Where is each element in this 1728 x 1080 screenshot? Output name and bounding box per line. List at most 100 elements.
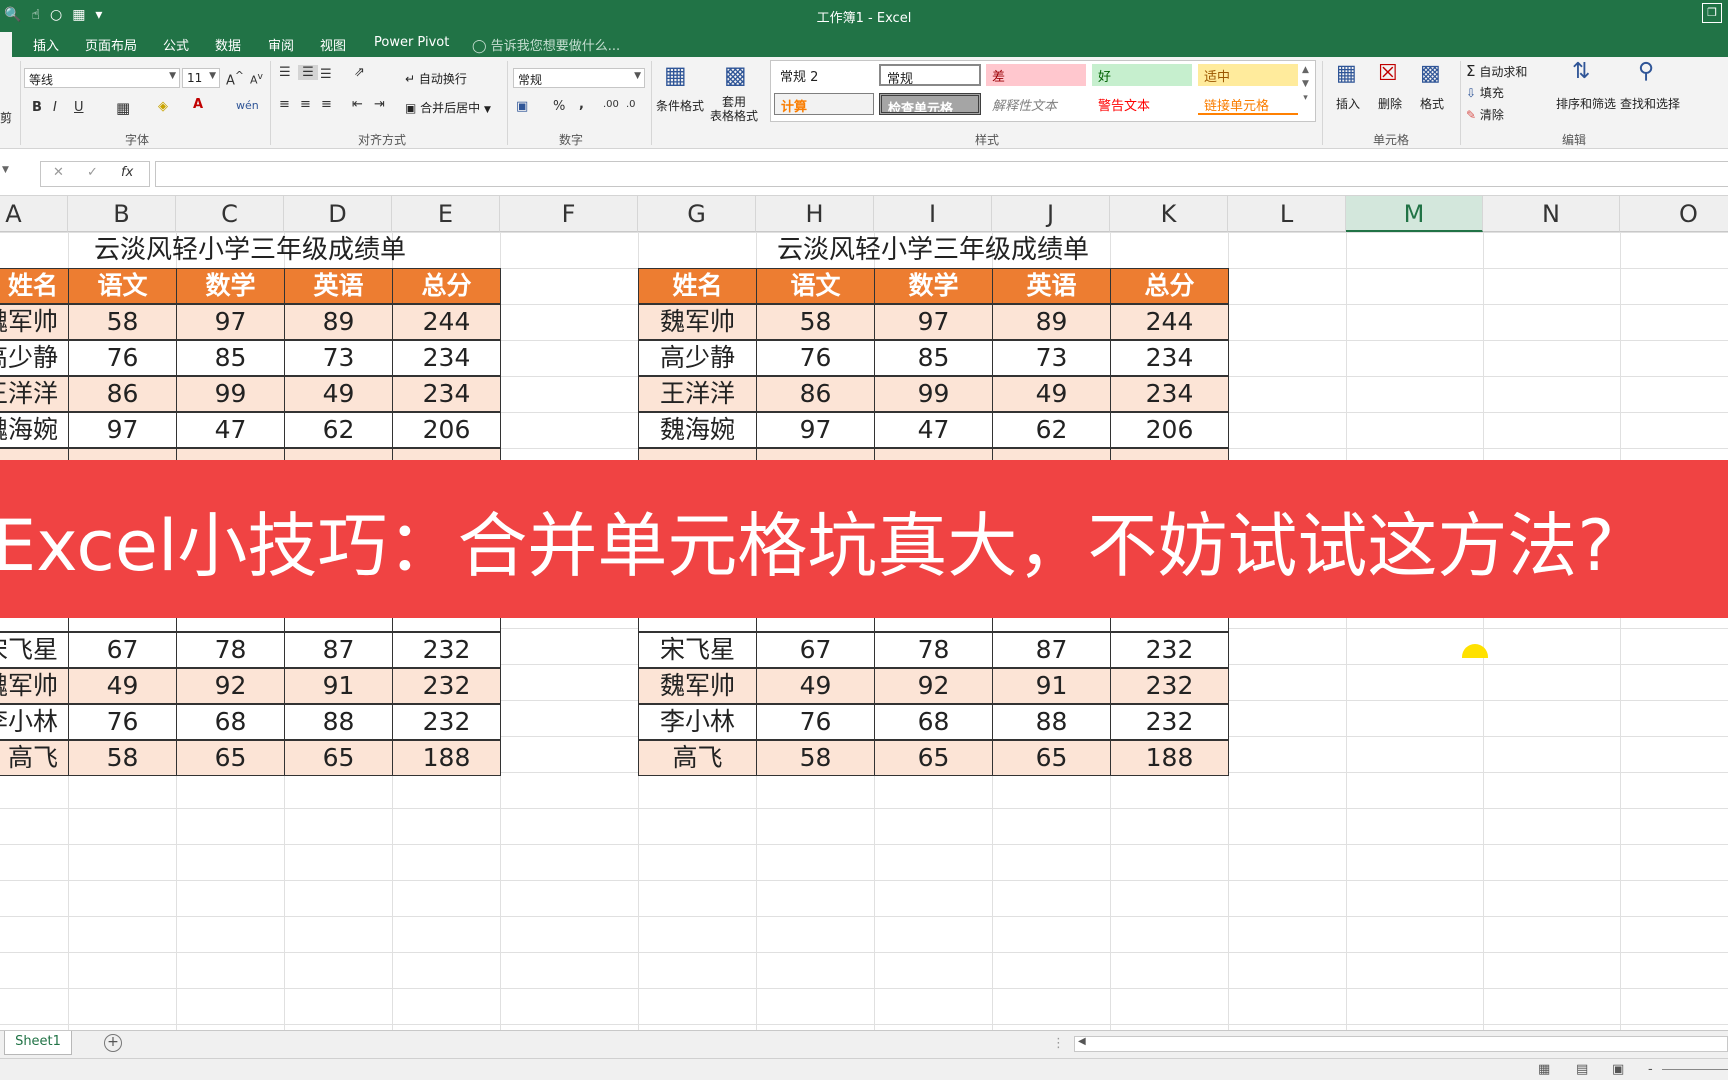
left-table-row-cell[interactable]: 188 bbox=[392, 740, 501, 776]
right-table-row-cell[interactable]: 49 bbox=[756, 668, 875, 704]
left-table-header-cell[interactable]: 英语 bbox=[284, 268, 393, 304]
left-table-row-cell[interactable]: 58 bbox=[68, 740, 177, 776]
orientation-icon[interactable]: ⇗ bbox=[354, 65, 365, 80]
left-table-row-cell[interactable]: 49 bbox=[68, 668, 177, 704]
left-table-row-cell[interactable]: 232 bbox=[392, 704, 501, 740]
tab-page-layout[interactable]: 页面布局 bbox=[85, 35, 137, 54]
column-header-l[interactable]: L bbox=[1228, 196, 1346, 232]
restore-window-icon[interactable]: ❐ bbox=[1702, 3, 1722, 23]
merge-center-button[interactable]: ▣ 合并后居中 ▼ bbox=[405, 99, 491, 116]
font-color-icon[interactable]: A bbox=[193, 97, 203, 112]
left-table-row-cell[interactable]: 宋飞星 bbox=[0, 632, 69, 668]
format-cells-icon[interactable]: ▩ bbox=[1420, 61, 1441, 86]
style-warning[interactable]: 警告文本 bbox=[1092, 93, 1192, 115]
right-table-header-cell[interactable]: 总分 bbox=[1110, 268, 1229, 304]
bold-icon[interactable]: B bbox=[32, 100, 42, 115]
right-table-row-cell[interactable]: 206 bbox=[1110, 412, 1229, 448]
add-sheet-icon[interactable]: + bbox=[104, 1034, 122, 1052]
number-format-combo[interactable]: 常规 ▼ bbox=[513, 68, 645, 88]
name-box-dropdown-icon[interactable]: ▼ bbox=[2, 165, 9, 175]
left-table-row-cell[interactable]: 高飞 bbox=[0, 740, 69, 776]
left-table-row-cell[interactable]: 魏军帅 bbox=[0, 668, 69, 704]
left-table-row-cell[interactable]: 232 bbox=[392, 632, 501, 668]
left-table-row-cell[interactable]: 王洋洋 bbox=[0, 376, 69, 412]
tab-data[interactable]: 数据 bbox=[215, 35, 241, 54]
left-table-row-cell[interactable]: 49 bbox=[284, 376, 393, 412]
right-table-row-cell[interactable]: 67 bbox=[756, 632, 875, 668]
increase-decimal-icon[interactable]: .00 bbox=[603, 99, 619, 110]
left-table-row-cell[interactable]: 92 bbox=[176, 668, 285, 704]
right-table-row-cell[interactable]: 47 bbox=[874, 412, 993, 448]
right-table-row-cell[interactable]: 65 bbox=[992, 740, 1111, 776]
table-format-icon[interactable]: ▩ bbox=[724, 61, 747, 89]
right-table-row-cell[interactable]: 232 bbox=[1110, 704, 1229, 740]
autosum-button[interactable]: Σ 自动求和 bbox=[1466, 62, 1527, 80]
column-header-i[interactable]: I bbox=[874, 196, 992, 232]
left-table-row-cell[interactable]: 86 bbox=[68, 376, 177, 412]
left-table-row-cell[interactable]: 97 bbox=[68, 412, 177, 448]
right-table-row-cell[interactable]: 73 bbox=[992, 340, 1111, 376]
tab-formulas[interactable]: 公式 bbox=[163, 35, 189, 54]
right-table-row-cell[interactable]: 68 bbox=[874, 704, 993, 740]
left-table-row-cell[interactable]: 76 bbox=[68, 704, 177, 740]
percent-icon[interactable]: % bbox=[553, 99, 565, 114]
left-table-header-cell[interactable]: 语文 bbox=[68, 268, 177, 304]
insert-label[interactable]: 插入 bbox=[1336, 95, 1360, 112]
left-table-row-cell[interactable]: 高少静 bbox=[0, 340, 69, 376]
left-table-row-cell[interactable]: 244 bbox=[392, 304, 501, 340]
left-table-title[interactable]: 云淡风轻小学三年级成绩单 bbox=[0, 232, 500, 268]
column-header-a[interactable]: A bbox=[0, 196, 68, 232]
right-table-header-cell[interactable]: 数学 bbox=[874, 268, 993, 304]
right-table-row-cell[interactable]: 99 bbox=[874, 376, 993, 412]
column-header-d[interactable]: D bbox=[284, 196, 392, 232]
column-header-b[interactable]: B bbox=[68, 196, 176, 232]
tab-insert[interactable]: 插入 bbox=[33, 35, 59, 54]
left-table-header-cell[interactable]: 姓名 bbox=[0, 268, 69, 304]
enter-icon[interactable]: ✓ bbox=[87, 165, 98, 180]
align-bottom-icon[interactable]: ☰ bbox=[320, 67, 332, 82]
right-table-row-cell[interactable]: 65 bbox=[874, 740, 993, 776]
style-good[interactable]: 好 bbox=[1092, 64, 1192, 86]
left-table-row-cell[interactable]: 232 bbox=[392, 668, 501, 704]
right-table-row-cell[interactable]: 魏军帅 bbox=[638, 304, 757, 340]
zoom-out-icon[interactable]: - bbox=[1648, 1062, 1653, 1077]
left-table-row-cell[interactable]: 99 bbox=[176, 376, 285, 412]
style-explanatory[interactable]: 解释性文本 bbox=[986, 93, 1086, 115]
right-table-header-cell[interactable]: 语文 bbox=[756, 268, 875, 304]
right-table-row-cell[interactable]: 王洋洋 bbox=[638, 376, 757, 412]
right-table-row-cell[interactable]: 李小林 bbox=[638, 704, 757, 740]
clear-button[interactable]: ✎ 清除 bbox=[1466, 106, 1504, 123]
wrap-text-button[interactable]: ↵ 自动换行 bbox=[405, 70, 467, 87]
left-table-row-cell[interactable]: 85 bbox=[176, 340, 285, 376]
formula-input[interactable] bbox=[155, 161, 1728, 187]
sort-filter-icon[interactable]: ⇅ bbox=[1572, 59, 1590, 84]
right-table-row-cell[interactable]: 76 bbox=[756, 704, 875, 740]
right-table-row-cell[interactable]: 魏军帅 bbox=[638, 668, 757, 704]
increase-indent-icon[interactable]: ⇥ bbox=[374, 97, 385, 112]
font-size-combo[interactable]: 11 ▼ bbox=[182, 68, 220, 88]
align-left-icon[interactable]: ≡ bbox=[279, 97, 290, 112]
left-table-row-cell[interactable]: 李小林 bbox=[0, 704, 69, 740]
right-table-row-cell[interactable]: 244 bbox=[1110, 304, 1229, 340]
left-table-row-cell[interactable]: 68 bbox=[176, 704, 285, 740]
left-table-row-cell[interactable]: 58 bbox=[68, 304, 177, 340]
left-table-row-cell[interactable]: 76 bbox=[68, 340, 177, 376]
right-table-row-cell[interactable]: 97 bbox=[756, 412, 875, 448]
column-header-m[interactable]: M bbox=[1346, 196, 1483, 232]
column-header-e[interactable]: E bbox=[392, 196, 500, 232]
gallery-scroll-icon[interactable]: ▲ ▼ ▾ bbox=[1302, 63, 1309, 105]
sort-filter-label[interactable]: 排序和筛选 bbox=[1556, 95, 1616, 112]
left-table-row-cell[interactable]: 62 bbox=[284, 412, 393, 448]
style-normal[interactable]: 常规 bbox=[879, 64, 981, 86]
right-table-row-cell[interactable]: 89 bbox=[992, 304, 1111, 340]
page-layout-view-icon[interactable]: ▤ bbox=[1576, 1062, 1588, 1077]
right-table-row-cell[interactable]: 91 bbox=[992, 668, 1111, 704]
page-break-view-icon[interactable]: ▣ bbox=[1612, 1062, 1624, 1077]
underline-icon[interactable]: U bbox=[74, 100, 84, 115]
left-table-row-cell[interactable]: 47 bbox=[176, 412, 285, 448]
left-table-row-cell[interactable]: 87 bbox=[284, 632, 393, 668]
right-table-row-cell[interactable]: 宋飞星 bbox=[638, 632, 757, 668]
right-table-row-cell[interactable]: 58 bbox=[756, 740, 875, 776]
left-table-row-cell[interactable]: 89 bbox=[284, 304, 393, 340]
align-right-icon[interactable]: ≡ bbox=[321, 97, 332, 112]
